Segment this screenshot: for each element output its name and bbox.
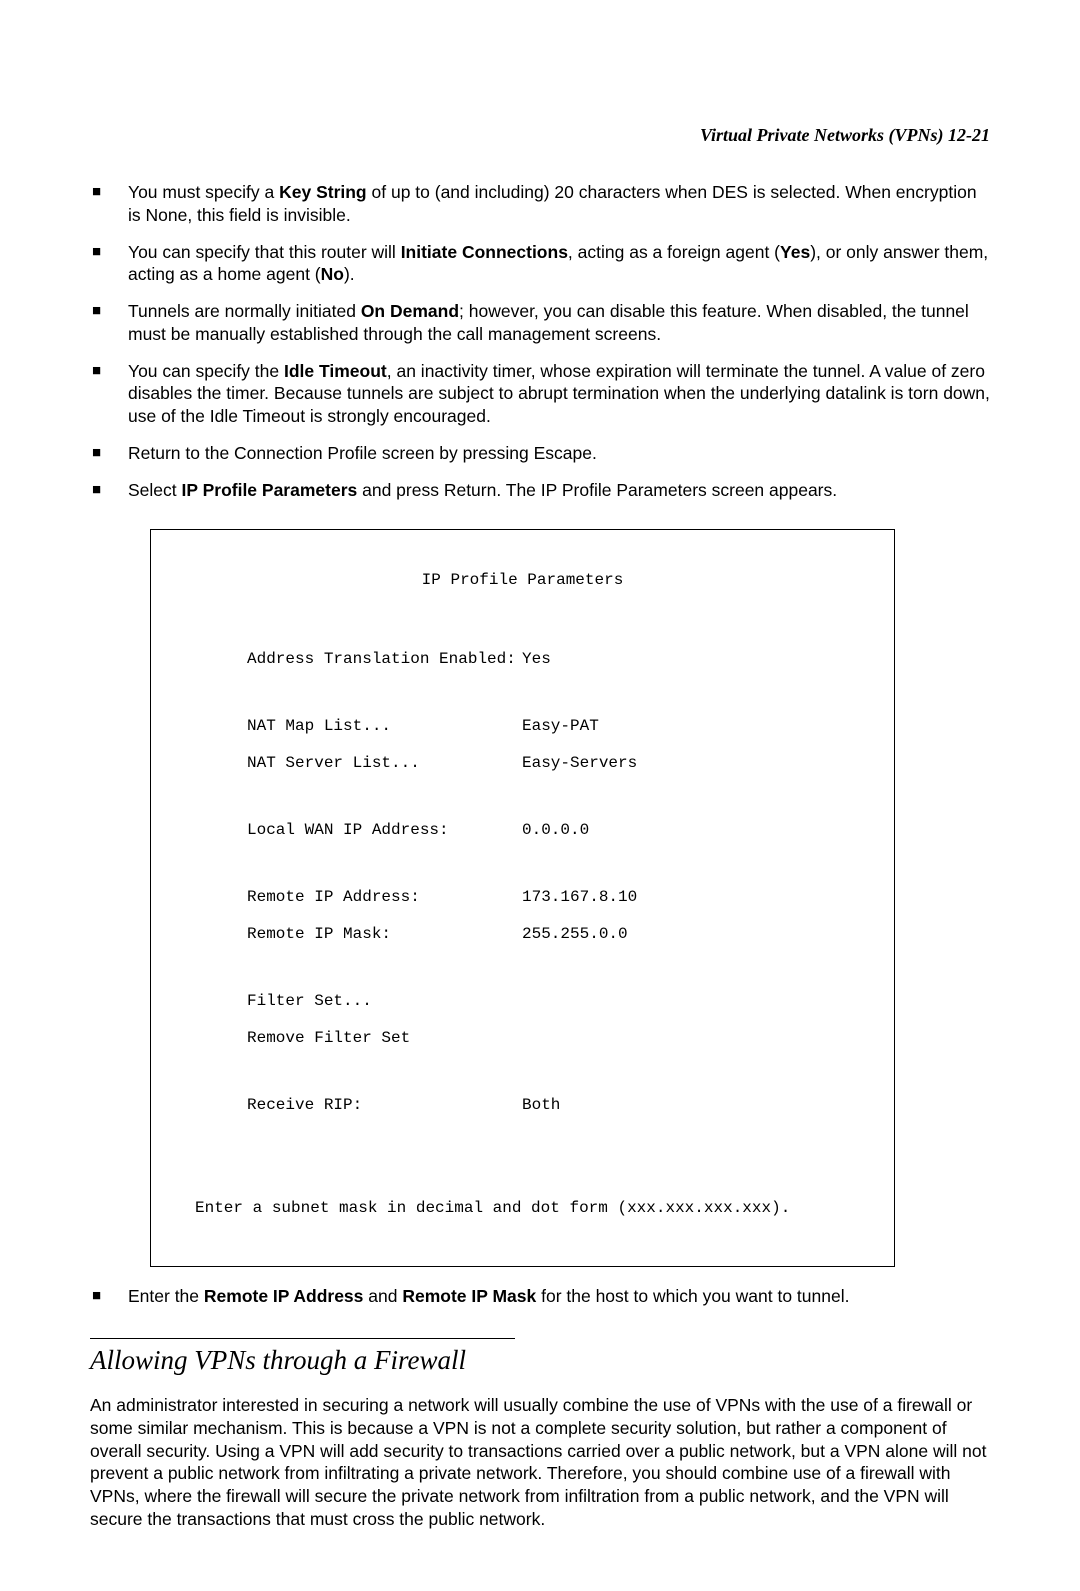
bullet-item: Select IP Profile Parameters and press R… xyxy=(90,479,990,502)
body-paragraph: An administrator interested in securing … xyxy=(90,1394,990,1531)
text: Return to the Connection Profile screen … xyxy=(128,443,597,463)
bullet-item: You can specify the Idle Timeout, an ina… xyxy=(90,360,990,428)
text: Tunnels are normally initiated xyxy=(128,301,361,321)
term-value: Easy-Servers xyxy=(522,754,637,772)
bullet-item: You must specify a Key String of up to (… xyxy=(90,181,990,227)
text: You must specify a xyxy=(128,182,279,202)
term-value: 0.0.0.0 xyxy=(522,821,589,839)
bullet-item: You can specify that this router will In… xyxy=(90,241,990,287)
bold-text: Remote IP Address xyxy=(204,1286,364,1306)
bullet-item: Enter the Remote IP Address and Remote I… xyxy=(90,1285,990,1308)
term-label: Remote IP Mask: xyxy=(247,925,522,943)
bullet-item: Return to the Connection Profile screen … xyxy=(90,442,990,465)
term-label: Local WAN IP Address: xyxy=(247,821,522,839)
text: Enter the xyxy=(128,1286,204,1306)
text: Select xyxy=(128,480,182,500)
term-value: 255.255.0.0 xyxy=(522,925,628,943)
text: You can specify that this router will xyxy=(128,242,401,262)
term-value: Easy-PAT xyxy=(522,717,599,735)
terminal-screen: IP Profile Parameters Address Translatio… xyxy=(150,529,895,1267)
term-label: NAT Map List... xyxy=(247,717,522,735)
term-label: NAT Server List... xyxy=(247,754,522,772)
bullet-item: Tunnels are normally initiated On Demand… xyxy=(90,300,990,346)
bold-text: No xyxy=(321,264,344,284)
text: ). xyxy=(344,264,355,284)
bold-text: On Demand xyxy=(361,301,459,321)
bold-text: Initiate Connections xyxy=(401,242,568,262)
text: You can specify the xyxy=(128,361,284,381)
document-page: Virtual Private Networks (VPNs) 12-21 Yo… xyxy=(0,0,1080,1591)
section-divider xyxy=(90,1338,515,1339)
term-label: Remove Filter Set xyxy=(247,1029,522,1047)
text: , acting as a foreign agent ( xyxy=(568,242,780,262)
bold-text: Remote IP Mask xyxy=(402,1286,536,1306)
section-heading: Allowing VPNs through a Firewall xyxy=(90,1345,990,1376)
bold-text: IP Profile Parameters xyxy=(182,480,358,500)
bullet-list-2: Enter the Remote IP Address and Remote I… xyxy=(90,1285,990,1308)
terminal-footer: Enter a subnet mask in decimal and dot f… xyxy=(173,1199,872,1217)
term-label: Remote IP Address: xyxy=(247,888,522,906)
term-value: Yes xyxy=(522,650,551,668)
page-header: Virtual Private Networks (VPNs) 12-21 xyxy=(90,125,990,146)
term-value: Both xyxy=(522,1096,560,1114)
terminal-title: IP Profile Parameters xyxy=(173,571,872,589)
bold-text: Key String xyxy=(279,182,367,202)
term-label: Filter Set... xyxy=(247,992,522,1010)
term-label: Receive RIP: xyxy=(247,1096,522,1114)
text: and xyxy=(363,1286,402,1306)
term-value: 173.167.8.10 xyxy=(522,888,637,906)
bullet-list: You must specify a Key String of up to (… xyxy=(90,181,990,501)
bold-text: Idle Timeout xyxy=(284,361,387,381)
bold-text: Yes xyxy=(780,242,810,262)
text: and press Return. The IP Profile Paramet… xyxy=(357,480,837,500)
term-label: Address Translation Enabled: xyxy=(247,650,522,668)
text: for the host to which you want to tunnel… xyxy=(536,1286,849,1306)
